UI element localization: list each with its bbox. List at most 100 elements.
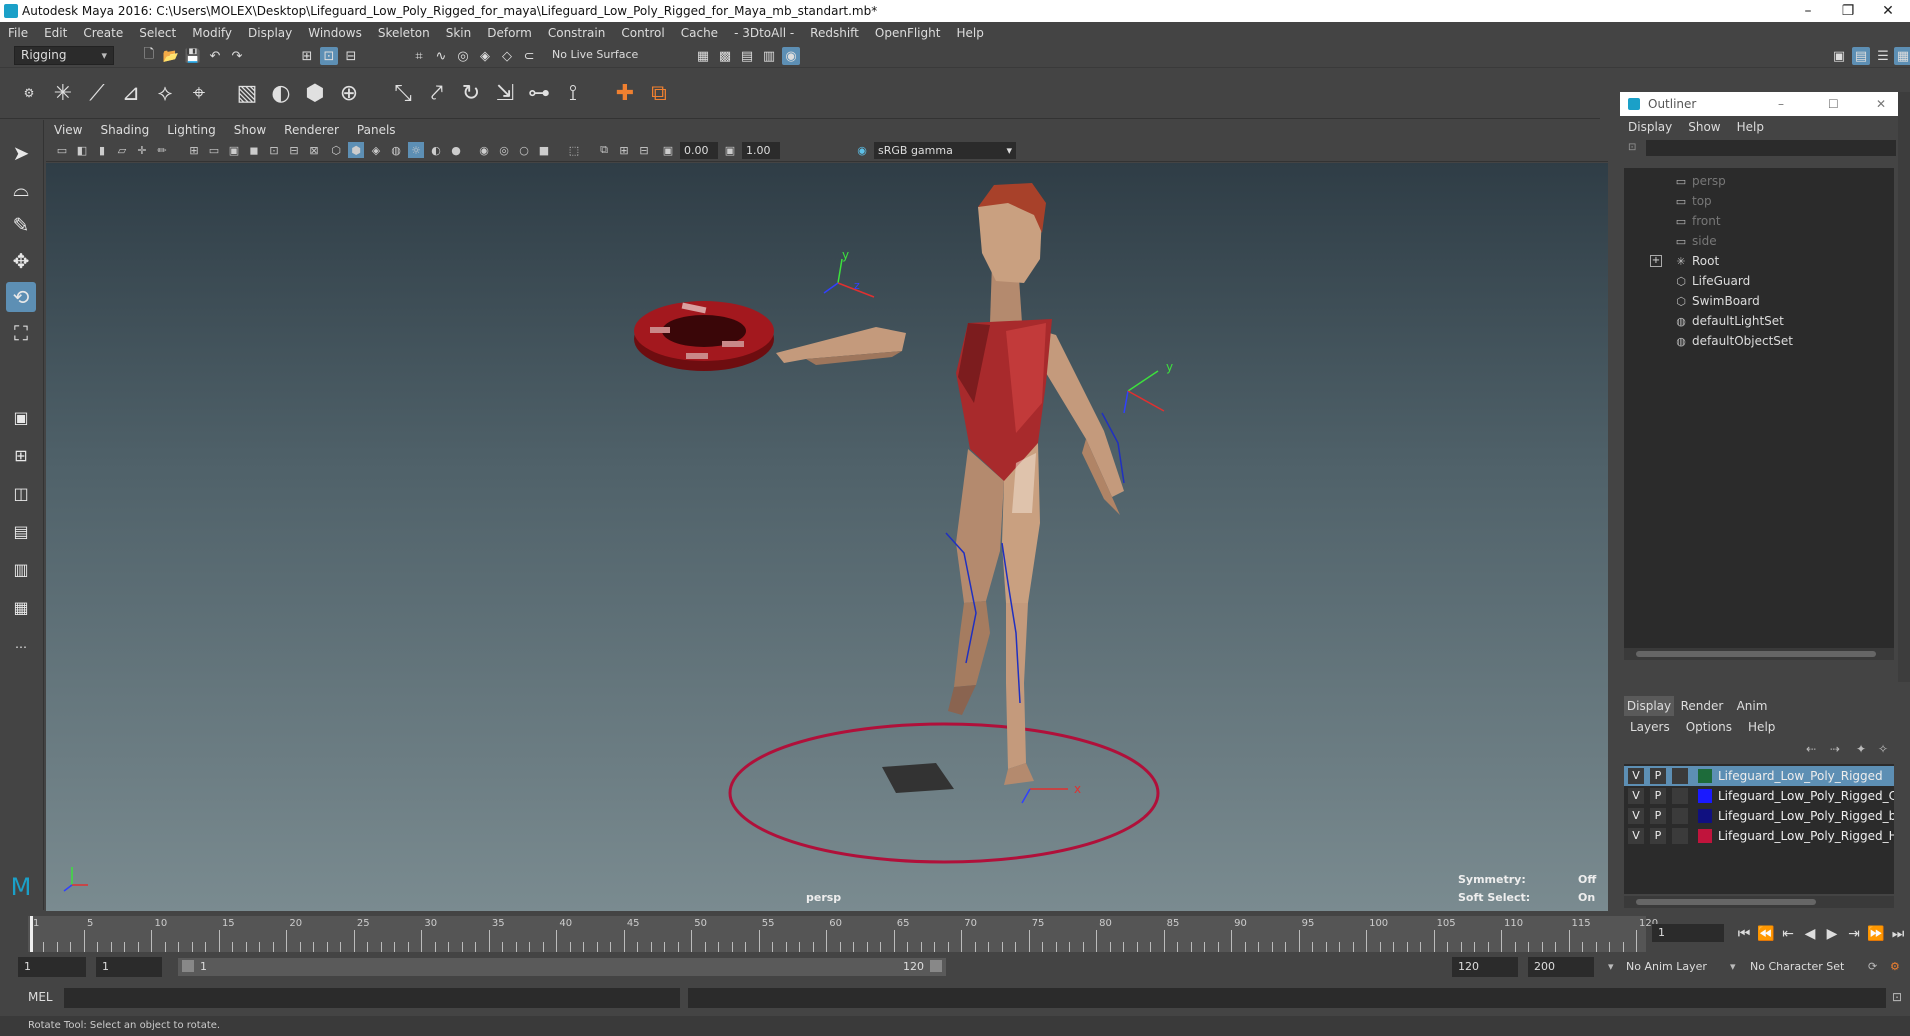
lifeguard-character[interactable] — [776, 183, 1124, 785]
layer-color-swatch[interactable] — [1698, 829, 1712, 843]
current-frame-field[interactable]: 1 — [1652, 924, 1724, 942]
field-chart-icon[interactable]: ⊡ — [266, 142, 282, 158]
exposure-field[interactable]: 0.00 — [680, 142, 718, 159]
layer-row[interactable]: V P Lifeguard_Low_Poly_Rigged — [1624, 766, 1894, 786]
viewport-menu-2[interactable]: Lighting — [167, 123, 216, 137]
play-backwards-icon[interactable]: ◀ — [1800, 924, 1820, 944]
snap-surface-icon[interactable]: ◇ — [498, 47, 516, 65]
outliner-item[interactable]: ▭ side — [1674, 232, 1717, 250]
viewport-menu-0[interactable]: View — [54, 123, 82, 137]
gamma-field[interactable]: 1.00 — [742, 142, 780, 159]
move-layer-up-icon[interactable]: ⇠ — [1806, 742, 1816, 756]
shadows-icon[interactable]: ◐ — [428, 142, 444, 158]
go-to-end-icon[interactable]: ⏭ — [1888, 924, 1908, 944]
pole-vector-icon[interactable]: ⟟ — [558, 78, 588, 108]
outliner-item[interactable]: ⬡ LifeGuard — [1674, 272, 1750, 290]
xray-icon[interactable]: ⬚ — [566, 142, 582, 158]
orient-constraint-icon[interactable]: ↻ — [456, 78, 486, 108]
connection-editor-icon[interactable]: ⧉ — [644, 78, 674, 108]
side-panel-tabs[interactable] — [1898, 92, 1910, 682]
menu-12[interactable]: Cache — [681, 26, 718, 40]
range-menu-icon[interactable]: ▾ — [1602, 957, 1614, 977]
layer-display-type-toggle[interactable] — [1672, 828, 1688, 844]
ik-handle-icon[interactable]: ⊿ — [116, 78, 146, 108]
outliner-horizontal-scrollbar[interactable] — [1624, 648, 1894, 660]
parent-constraint-icon[interactable]: ⊶ — [524, 78, 554, 108]
go-to-start-icon[interactable]: ⏮ — [1734, 924, 1754, 944]
character-set-dropdown[interactable]: No Character Set — [1744, 957, 1860, 977]
layer-row[interactable]: VP Lifeguard_Low_Poly_Rigged_Contro — [1624, 786, 1894, 806]
film-gate-icon[interactable]: ▭ — [206, 142, 222, 158]
save-scene-icon[interactable]: 💾 — [184, 47, 202, 65]
resolution-gate-icon[interactable]: ▣ — [226, 142, 242, 158]
layer-menu-0[interactable]: Layers — [1630, 720, 1670, 734]
outliner-menu-1[interactable]: Show — [1688, 120, 1720, 134]
outliner-item[interactable]: ◍ defaultObjectSet — [1674, 332, 1793, 350]
outliner-minimize-button[interactable]: – — [1778, 92, 1784, 116]
bookmark-icon[interactable]: ▮ — [94, 142, 110, 158]
current-time-indicator[interactable] — [30, 916, 33, 952]
wireframe-icon[interactable]: ⬡ — [328, 142, 344, 158]
point-constraint-icon[interactable]: ⤡ — [388, 78, 418, 108]
redo-icon[interactable]: ↷ — [228, 47, 246, 65]
command-input[interactable] — [64, 988, 680, 1008]
layer-color-swatch[interactable] — [1698, 809, 1712, 823]
layer-playback-toggle[interactable]: P — [1650, 808, 1666, 824]
restore-button[interactable]: ❐ — [1828, 0, 1868, 22]
layer-horizontal-scrollbar[interactable] — [1624, 896, 1894, 908]
viewport-menu-1[interactable]: Shading — [100, 123, 149, 137]
textured-icon[interactable]: ◍ — [388, 142, 404, 158]
snap-magnet-icon[interactable]: ⊂ — [520, 47, 538, 65]
safe-title-icon[interactable]: ⊠ — [306, 142, 322, 158]
paint-select-icon[interactable]: ✎ — [6, 210, 36, 240]
wireframe-on-shaded-icon[interactable]: ◈ — [368, 142, 384, 158]
script-editor-icon[interactable]: ⊡ — [1892, 990, 1902, 1004]
rotate-gizmo-board[interactable]: y z — [823, 248, 875, 298]
ik-spline-icon[interactable]: ⟡ — [150, 78, 180, 108]
new-layer-icon[interactable]: ✦ — [1856, 742, 1866, 756]
open-scene-icon[interactable]: 📂 — [162, 47, 180, 65]
gamma-toggle-icon[interactable]: ▣ — [722, 142, 738, 158]
move-tool-icon[interactable]: ✥ — [6, 246, 36, 276]
minimize-button[interactable]: – — [1788, 0, 1828, 22]
snap-grid-icon[interactable]: ⌗ — [410, 47, 428, 65]
select-hierarchy-icon[interactable]: ⊞ — [298, 47, 316, 65]
menu-11[interactable]: Control — [621, 26, 664, 40]
time-slider-track[interactable]: 1 5 10 15 20 25 30 35 40 45 50 55 60 65 70 75 80 85 90 95 10… — [28, 916, 1658, 952]
menu-5[interactable]: Display — [248, 26, 292, 40]
snap-curve-icon[interactable]: ∿ — [432, 47, 450, 65]
layer-tab-2[interactable]: Anim — [1730, 696, 1774, 716]
layer-color-swatch[interactable] — [1698, 769, 1712, 783]
layer-menu-2[interactable]: Help — [1748, 720, 1775, 734]
undo-icon[interactable]: ↶ — [206, 47, 224, 65]
paint-weights-icon[interactable]: ◐ — [266, 78, 296, 108]
step-back-frame-icon[interactable]: ⏪ — [1756, 924, 1776, 944]
select-tool-icon[interactable]: ➤ — [6, 138, 36, 168]
menu-10[interactable]: Constrain — [548, 26, 606, 40]
menu-0[interactable]: File — [8, 26, 28, 40]
select-component-icon[interactable]: ⊟ — [342, 47, 360, 65]
layout-custom-icon[interactable]: ▦ — [6, 592, 36, 622]
layout-single-icon[interactable]: ▣ — [6, 402, 36, 432]
layer-menu-1[interactable]: Options — [1686, 720, 1732, 734]
hypershade-icon[interactable]: ◉ — [782, 47, 800, 65]
expand-icon[interactable]: + — [1650, 255, 1662, 267]
root-control-circle[interactable] — [728, 722, 1160, 864]
modeling-toolkit-icon[interactable]: ▣ — [1830, 47, 1848, 65]
camera-attributes-icon[interactable]: ◧ — [74, 142, 90, 158]
render-view-icon[interactable]: ▦ — [694, 47, 712, 65]
layout-outliner-icon[interactable]: ▤ — [6, 516, 36, 546]
play-forwards-icon[interactable]: ▶ — [1822, 924, 1842, 944]
gate-mask-icon[interactable]: ◼ — [246, 142, 262, 158]
lasso-tool-icon[interactable]: ⌓ — [6, 174, 36, 204]
anim-layer-dropdown[interactable]: No Anim Layer — [1620, 957, 1730, 977]
snap-point-icon[interactable]: ◎ — [454, 47, 472, 65]
mel-label[interactable]: MEL — [28, 990, 53, 1004]
2d-pan-zoom-icon[interactable]: ✛ — [134, 142, 150, 158]
aim-constraint-icon[interactable]: ⤤ — [422, 78, 452, 108]
tool-settings-toggle-icon[interactable]: ☰ — [1874, 47, 1892, 65]
anim-layer-menu-icon[interactable]: ▾ — [1724, 957, 1736, 977]
viewport-menu-3[interactable]: Show — [234, 123, 266, 137]
outliner-close-button[interactable]: ✕ — [1876, 92, 1886, 116]
outliner-search-input[interactable] — [1646, 140, 1896, 156]
